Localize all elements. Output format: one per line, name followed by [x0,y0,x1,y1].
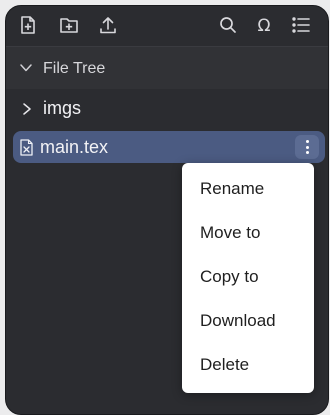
omega-symbol-icon[interactable]: Ω [254,15,274,35]
menu-item-download[interactable]: Download [200,311,276,331]
list-outline-icon[interactable] [291,15,311,35]
svg-text:Ω: Ω [258,16,271,35]
kebab-dot [306,145,309,149]
upload-icon[interactable] [98,15,118,35]
tree-item-imgs[interactable]: imgs [13,92,325,124]
file-label: main.tex [40,137,109,157]
search-icon[interactable] [218,15,238,35]
chevron-right-icon [23,103,31,115]
file-tree-header-label: File Tree [43,60,106,77]
tex-file-icon [20,139,33,156]
menu-item-move-to[interactable]: Move to [200,223,260,243]
menu-item-delete[interactable]: Delete [200,355,249,375]
kebab-dot [306,140,309,143]
file-tree-header[interactable]: File Tree [6,47,328,89]
tree-item-main-tex[interactable]: main.tex [13,131,325,163]
menu-item-rename[interactable]: Rename [200,179,264,199]
new-folder-icon[interactable] [59,15,79,35]
menu-item-copy-to[interactable]: Copy to [200,267,259,287]
kebab-dot [306,151,309,154]
chevron-down-icon [20,64,32,72]
folder-label: imgs [43,98,82,118]
more-options-button[interactable] [295,135,319,159]
context-menu: Rename Move to Copy to Download Delete [182,163,314,393]
toolbar: Ω [6,6,328,44]
new-file-icon[interactable] [18,15,38,35]
